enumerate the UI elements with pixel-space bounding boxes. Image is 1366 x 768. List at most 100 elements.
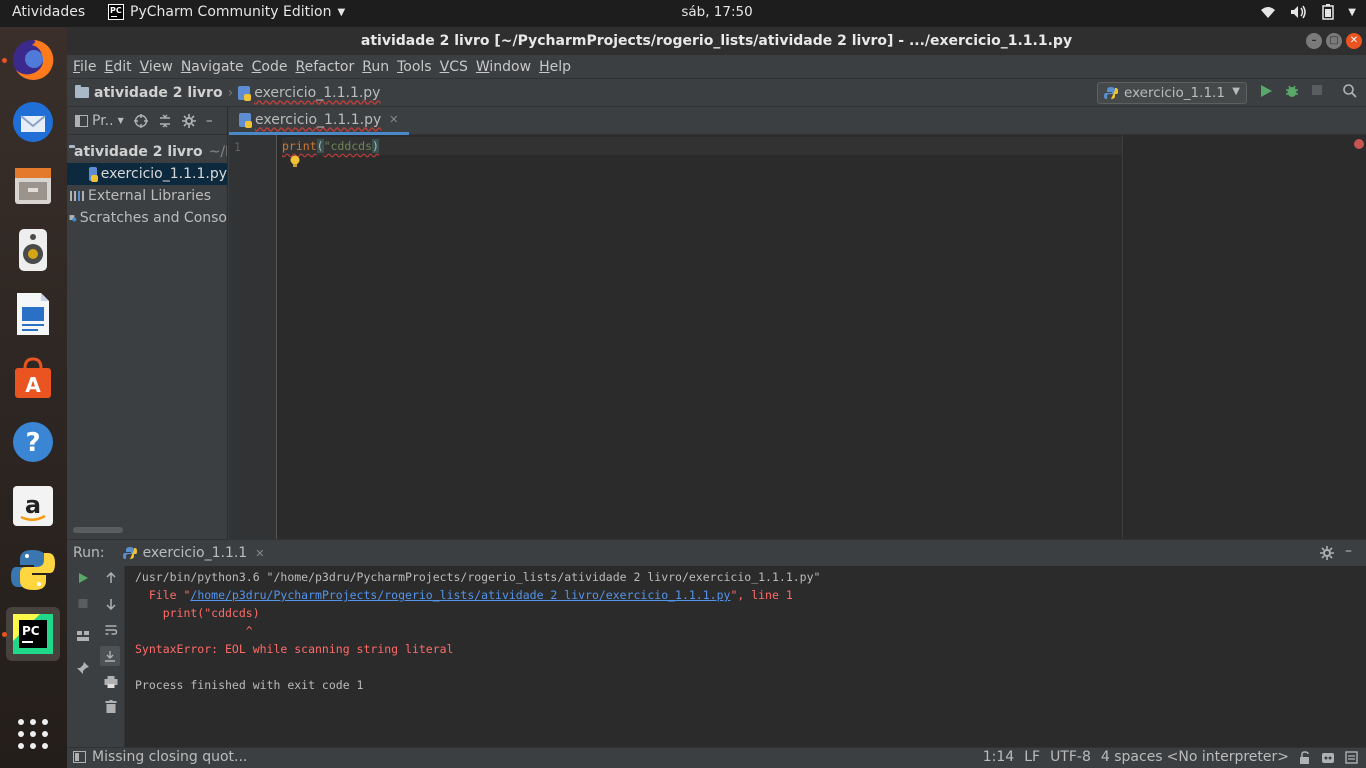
- indent-setting[interactable]: 4 spaces: [1101, 749, 1163, 765]
- navigation-bar: atividade 2 livro › exercicio_1.1.1.py e…: [67, 79, 1366, 107]
- event-log-icon[interactable]: [1345, 750, 1358, 764]
- panel-icon: [75, 114, 88, 127]
- pycharm-icon: PC: [13, 614, 53, 654]
- code-line[interactable]: print("cddcds): [282, 137, 1122, 155]
- editor-tab-file[interactable]: exercicio_1.1.1.py ✕: [229, 107, 409, 135]
- pin-icon[interactable]: [75, 662, 91, 674]
- run-panel-header: Run: exercicio_1.1.1 ✕ –: [67, 539, 1366, 566]
- breadcrumb-project[interactable]: atividade 2 livro: [94, 85, 223, 101]
- system-tray[interactable]: ▼: [1260, 4, 1356, 20]
- help-launcher[interactable]: ?: [6, 415, 60, 469]
- console-line-error: SyntaxError: EOL while scanning string l…: [135, 642, 454, 656]
- firefox-icon: [13, 39, 54, 80]
- scroll-to-end-button[interactable]: [100, 646, 120, 666]
- tree-item-scratches[interactable]: Scratches and Conso: [67, 207, 227, 229]
- stop-icon[interactable]: [75, 598, 91, 609]
- thunderbird-icon: [13, 102, 53, 142]
- close-icon[interactable]: ✕: [389, 113, 398, 126]
- firefox-launcher[interactable]: [6, 33, 60, 87]
- tool-windows-icon[interactable]: [73, 751, 86, 763]
- menu-view[interactable]: View: [140, 59, 173, 75]
- grid-apps-icon: [18, 719, 48, 749]
- line-number-gutter: 1: [229, 135, 277, 539]
- menu-tools[interactable]: Tools: [397, 59, 432, 75]
- run-console-output[interactable]: /usr/bin/python3.6 "/home/p3dru/PycharmP…: [135, 568, 820, 694]
- error-indicator-icon[interactable]: [1354, 139, 1364, 149]
- writer-launcher[interactable]: [6, 287, 60, 341]
- rhythmbox-launcher[interactable]: [6, 223, 60, 277]
- rerun-icon[interactable]: [75, 572, 91, 584]
- breadcrumb-file[interactable]: exercicio_1.1.1.py: [254, 85, 380, 101]
- gear-icon[interactable]: [1320, 546, 1334, 560]
- arrow-up-icon[interactable]: [103, 572, 119, 584]
- window-titlebar[interactable]: atividade 2 livro [~/PycharmProjects/rog…: [67, 27, 1366, 55]
- horizontal-scrollbar[interactable]: [73, 527, 123, 533]
- menu-refactor[interactable]: Refactor: [295, 59, 354, 75]
- console-line-caret: ^: [135, 624, 253, 638]
- minimize-button[interactable]: –: [1306, 33, 1322, 49]
- locate-target-icon[interactable]: [133, 113, 148, 128]
- run-configuration-label: exercicio_1.1.1: [1124, 85, 1225, 101]
- tree-item-label: exercicio_1.1.1.py: [100, 166, 227, 182]
- menu-navigate[interactable]: Navigate: [181, 59, 244, 75]
- run-configuration-select[interactable]: exercicio_1.1.1 ▼: [1097, 82, 1247, 104]
- python-file-icon: [238, 85, 252, 101]
- system-top-bar: Atividades PC PyCharm Community Edition …: [0, 0, 1366, 27]
- scratches-icon: [69, 215, 77, 222]
- run-toolbar: [67, 566, 125, 747]
- debug-bug-icon[interactable]: [1285, 84, 1299, 98]
- amazon-launcher[interactable]: a: [6, 479, 60, 533]
- close-icon[interactable]: ✕: [255, 547, 264, 560]
- hide-panel-icon[interactable]: –: [206, 113, 213, 129]
- menu-edit[interactable]: Edit: [104, 59, 131, 75]
- lightbulb-icon[interactable]: [289, 155, 301, 169]
- line-separator[interactable]: LF: [1024, 749, 1040, 765]
- clock[interactable]: sáb, 17:50: [0, 4, 1366, 20]
- layout-icon[interactable]: [75, 630, 91, 642]
- stop-icon[interactable]: [1311, 84, 1323, 96]
- pycharm-launcher[interactable]: PC: [6, 607, 60, 661]
- python-file-icon: [239, 112, 252, 128]
- tree-item-external-libraries[interactable]: External Libraries: [67, 185, 227, 207]
- search-icon[interactable]: [1343, 84, 1357, 98]
- arrow-down-icon[interactable]: [103, 598, 119, 610]
- collapse-all-icon[interactable]: [158, 114, 172, 128]
- run-play-icon[interactable]: [1259, 84, 1273, 98]
- print-icon[interactable]: [103, 676, 119, 688]
- maximize-button[interactable]: □: [1326, 33, 1342, 49]
- show-applications-button[interactable]: [6, 707, 60, 761]
- menu-code[interactable]: Code: [252, 59, 288, 75]
- project-panel: Pr.. ▼ – atividade 2 livro ~/P exercicio…: [67, 107, 228, 539]
- menu-run[interactable]: Run: [362, 59, 389, 75]
- console-file-link[interactable]: /home/p3dru/PycharmProjects/rogerio_list…: [190, 588, 730, 602]
- tree-item-project-root[interactable]: atividade 2 livro ~/P: [67, 141, 227, 163]
- lock-icon[interactable]: [1299, 750, 1311, 764]
- run-tab[interactable]: exercicio_1.1.1 ✕: [122, 545, 264, 561]
- code-editor[interactable]: 1 print("cddcds): [229, 135, 1366, 539]
- caret-position[interactable]: 1:14: [983, 749, 1014, 765]
- trash-icon[interactable]: [103, 700, 119, 713]
- menu-file[interactable]: File: [73, 59, 96, 75]
- console-line-file: File "/home/p3dru/PycharmProjects/rogeri…: [135, 586, 820, 604]
- tree-item-python-file[interactable]: exercicio_1.1.1.py: [67, 163, 227, 185]
- menu-help[interactable]: Help: [539, 59, 571, 75]
- menu-window[interactable]: Window: [476, 59, 531, 75]
- soft-wrap-icon[interactable]: [103, 624, 119, 636]
- thunderbird-launcher[interactable]: [6, 95, 60, 149]
- tree-item-path: ~/P: [208, 144, 227, 160]
- file-encoding[interactable]: UTF-8: [1050, 749, 1091, 765]
- gear-icon[interactable]: [181, 113, 196, 128]
- project-view-select[interactable]: Pr.. ▼: [75, 113, 124, 129]
- pycharm-window: atividade 2 livro [~/PycharmProjects/rog…: [67, 27, 1366, 768]
- python-launcher[interactable]: [6, 543, 60, 597]
- code-string: "cddcds: [323, 139, 373, 153]
- inspector-icon[interactable]: [1321, 751, 1335, 764]
- tree-item-label: Scratches and Conso: [79, 210, 227, 226]
- wifi-icon: [1261, 7, 1276, 18]
- close-button[interactable]: ✕: [1346, 33, 1362, 49]
- hide-panel-icon[interactable]: –: [1345, 543, 1352, 559]
- interpreter-setting[interactable]: <No interpreter>: [1167, 749, 1289, 765]
- menu-vcs[interactable]: VCS: [440, 59, 468, 75]
- files-launcher[interactable]: [6, 159, 60, 213]
- software-center-launcher[interactable]: A: [6, 351, 60, 405]
